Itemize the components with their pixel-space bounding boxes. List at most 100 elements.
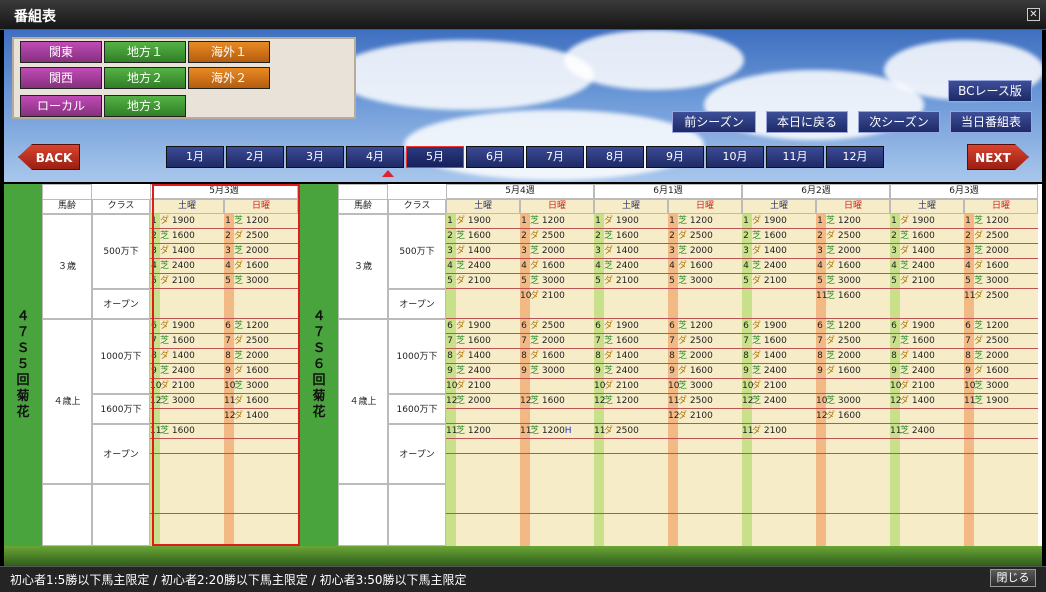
race-cell[interactable]: 12ダ 1600: [816, 409, 890, 424]
race-cell[interactable]: 11芝 2400: [890, 424, 964, 439]
race-cell[interactable]: 2芝 1600: [446, 229, 520, 244]
race-cell[interactable]: 6芝 1200: [668, 319, 742, 334]
race-cell[interactable]: 10芝 3000: [668, 379, 742, 394]
race-cell[interactable]: 7芝 1600: [446, 334, 520, 349]
month-tab-4[interactable]: 4月: [346, 146, 404, 168]
category-green-4[interactable]: 地方２: [104, 67, 186, 89]
month-tab-7[interactable]: 7月: [526, 146, 584, 168]
category-green-1[interactable]: 地方１: [104, 41, 186, 63]
race-cell[interactable]: 6ダ 1900: [890, 319, 964, 334]
race-cell[interactable]: 11芝 1600: [816, 289, 890, 319]
race-cell[interactable]: 2ダ 2500: [964, 229, 1038, 244]
race-cell[interactable]: 5芝 3000: [520, 274, 594, 289]
race-cell[interactable]: 10ダ 2100: [520, 289, 594, 319]
race-cell[interactable]: 7ダ 2500: [816, 334, 890, 349]
race-cell[interactable]: 9芝 2400: [594, 364, 668, 379]
month-tab-2[interactable]: 2月: [226, 146, 284, 168]
race-cell[interactable]: 4ダ 1600: [520, 259, 594, 274]
today-schedule-button[interactable]: 当日番組表: [950, 111, 1032, 133]
race-cell[interactable]: 11芝 1600: [150, 424, 224, 439]
month-tab-11[interactable]: 11月: [766, 146, 824, 168]
race-cell[interactable]: 2芝 1600: [594, 229, 668, 244]
race-cell[interactable]: 5ダ 2100: [150, 274, 224, 289]
race-cell[interactable]: 2ダ 2500: [668, 229, 742, 244]
category-orange-2[interactable]: 海外１: [188, 41, 270, 63]
race-cell[interactable]: 5芝 3000: [964, 274, 1038, 289]
today-button[interactable]: 本日に戻る: [766, 111, 848, 133]
race-cell[interactable]: 4ダ 1600: [816, 259, 890, 274]
race-cell[interactable]: 1芝 1200: [816, 214, 890, 229]
race-cell[interactable]: 4芝 2400: [742, 259, 816, 274]
next-season-button[interactable]: 次シーズン: [858, 111, 940, 133]
race-cell[interactable]: 3芝 2000: [520, 244, 594, 259]
race-cell[interactable]: 1ダ 1900: [594, 214, 668, 229]
month-tab-8[interactable]: 8月: [586, 146, 644, 168]
category-orange-5[interactable]: 海外２: [188, 67, 270, 89]
race-cell[interactable]: 9ダ 1600: [224, 364, 298, 379]
race-cell[interactable]: 11ダ 2500: [594, 424, 668, 439]
race-cell[interactable]: 6芝 1200: [224, 319, 298, 334]
race-cell[interactable]: 7ダ 2500: [668, 334, 742, 349]
close-icon[interactable]: ✕: [1027, 8, 1040, 21]
race-cell[interactable]: 7芝 1600: [150, 334, 224, 349]
month-tab-3[interactable]: 3月: [286, 146, 344, 168]
race-cell[interactable]: 1ダ 1900: [890, 214, 964, 229]
race-cell[interactable]: 8ダ 1600: [520, 349, 594, 364]
race-cell[interactable]: 11ダ 2100: [742, 424, 816, 439]
race-cell[interactable]: 11芝 1200H: [520, 424, 594, 439]
race-cell[interactable]: 2ダ 2500: [224, 229, 298, 244]
bc-race-button[interactable]: BCレース版: [948, 80, 1032, 102]
race-cell[interactable]: 1芝 1200: [964, 214, 1038, 229]
race-cell[interactable]: 5芝 3000: [668, 274, 742, 289]
race-cell[interactable]: 1芝 1200: [520, 214, 594, 229]
category-green-7[interactable]: 地方３: [104, 95, 186, 117]
race-cell[interactable]: 8芝 2000: [964, 349, 1038, 364]
race-cell[interactable]: 8ダ 1400: [594, 349, 668, 364]
race-cell[interactable]: 2芝 1600: [890, 229, 964, 244]
race-cell[interactable]: 8芝 2000: [224, 349, 298, 364]
race-cell[interactable]: 5ダ 2100: [594, 274, 668, 289]
race-cell[interactable]: 6ダ 1900: [742, 319, 816, 334]
race-cell[interactable]: 3ダ 1400: [890, 244, 964, 259]
race-cell[interactable]: 5ダ 2100: [446, 274, 520, 289]
race-cell[interactable]: 4ダ 1600: [224, 259, 298, 274]
race-cell[interactable]: 1ダ 1900: [742, 214, 816, 229]
race-cell[interactable]: 9ダ 1600: [964, 364, 1038, 379]
race-cell[interactable]: 1ダ 1900: [446, 214, 520, 229]
back-button[interactable]: BACK: [18, 144, 80, 170]
race-cell[interactable]: 10ダ 2100: [594, 379, 668, 394]
race-cell[interactable]: 10ダ 2100: [446, 379, 520, 394]
race-cell[interactable]: 10芝 3000: [816, 394, 890, 409]
race-cell[interactable]: 2芝 1600: [150, 229, 224, 244]
race-cell[interactable]: 9芝 2400: [150, 364, 224, 379]
race-cell[interactable]: 1芝 1200: [224, 214, 298, 229]
race-cell[interactable]: 8ダ 1400: [742, 349, 816, 364]
race-cell[interactable]: 8芝 2000: [816, 349, 890, 364]
race-cell[interactable]: 6ダ 1900: [594, 319, 668, 334]
race-cell[interactable]: 4芝 2400: [890, 259, 964, 274]
race-cell[interactable]: 3芝 2000: [668, 244, 742, 259]
race-cell[interactable]: 11ダ 2500: [964, 289, 1038, 319]
race-cell[interactable]: 9芝 2400: [742, 364, 816, 379]
race-cell[interactable]: 5ダ 2100: [890, 274, 964, 289]
race-cell[interactable]: 8ダ 1400: [446, 349, 520, 364]
race-cell[interactable]: 2ダ 2500: [520, 229, 594, 244]
race-cell[interactable]: 3芝 2000: [816, 244, 890, 259]
race-cell[interactable]: 12芝 3000: [150, 394, 224, 409]
race-cell[interactable]: 3ダ 1400: [446, 244, 520, 259]
month-tab-6[interactable]: 6月: [466, 146, 524, 168]
month-tab-5[interactable]: 5月: [406, 146, 464, 168]
race-cell[interactable]: 7芝 1600: [594, 334, 668, 349]
race-cell[interactable]: 7ダ 2500: [224, 334, 298, 349]
race-cell[interactable]: 7芝 1600: [742, 334, 816, 349]
month-tab-9[interactable]: 9月: [646, 146, 704, 168]
race-cell[interactable]: 6芝 1200: [964, 319, 1038, 334]
race-cell[interactable]: 3ダ 1400: [150, 244, 224, 259]
race-cell[interactable]: 5ダ 2100: [742, 274, 816, 289]
race-cell[interactable]: 12芝 1200: [594, 394, 668, 409]
race-cell[interactable]: 3芝 2000: [964, 244, 1038, 259]
race-cell[interactable]: 9芝 2400: [446, 364, 520, 379]
race-cell[interactable]: 12ダ 1400: [224, 409, 298, 424]
race-cell[interactable]: 8芝 2000: [668, 349, 742, 364]
race-cell[interactable]: 3ダ 1400: [742, 244, 816, 259]
